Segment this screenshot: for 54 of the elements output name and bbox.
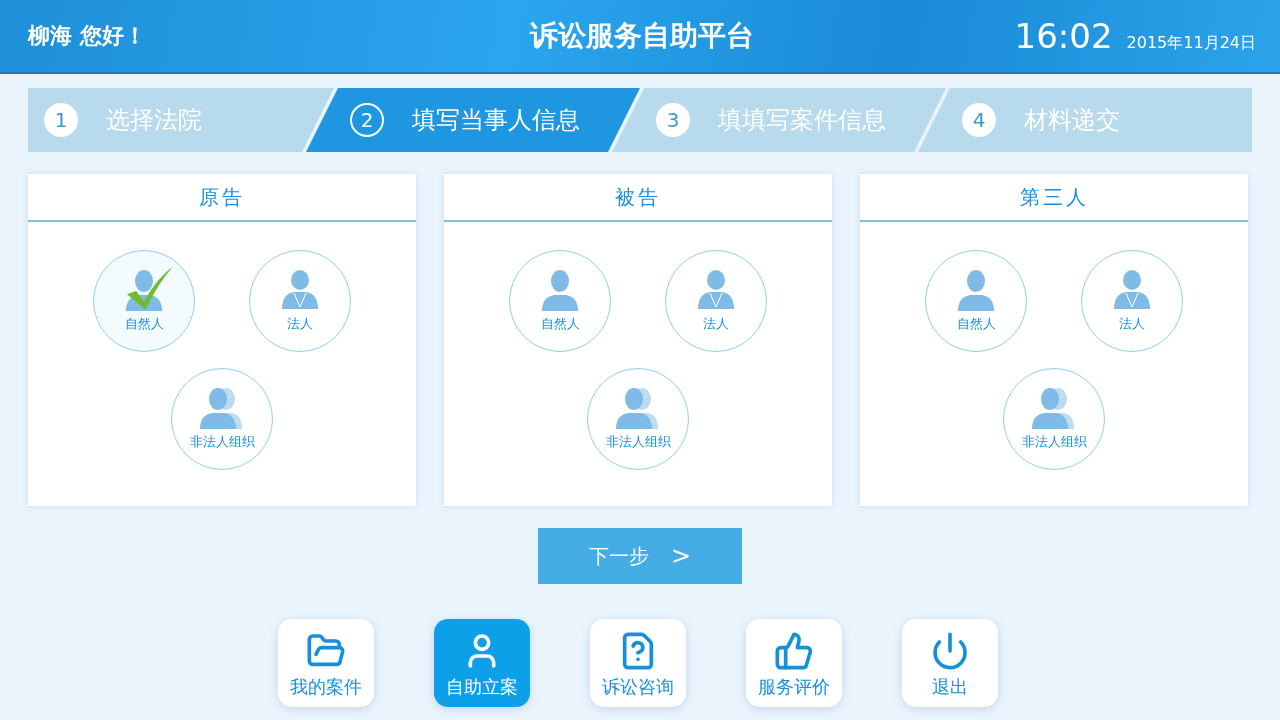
step-label: 填填写案件信息 bbox=[718, 105, 886, 136]
thumbs-up-icon bbox=[774, 631, 814, 671]
nav-button[interactable]: 服务评价 bbox=[746, 619, 842, 707]
option-label: 非法人组织 bbox=[189, 433, 255, 451]
arrow-icon: > bbox=[670, 542, 692, 570]
nav-button[interactable]: 诉讼咨询 bbox=[590, 619, 686, 707]
option-label: 法人 bbox=[703, 315, 729, 333]
party-type-option[interactable]: 自然人 bbox=[925, 250, 1027, 352]
greeting: 柳海 您好！ bbox=[28, 22, 147, 50]
step-tab[interactable]: 2 填写当事人信息 bbox=[306, 88, 640, 152]
nav-button[interactable]: 我的案件 bbox=[278, 619, 374, 707]
suited-person-icon bbox=[1112, 269, 1152, 311]
page-title: 诉讼服务自助平台 bbox=[528, 18, 755, 54]
step-number: 3 bbox=[656, 103, 690, 137]
person-icon bbox=[540, 269, 580, 311]
party-type-option[interactable]: 法人 bbox=[249, 250, 351, 352]
step-label: 选择法院 bbox=[106, 105, 202, 136]
party-type-option[interactable]: 自然人 bbox=[509, 250, 611, 352]
step-tab[interactable]: 4 材料递交 bbox=[918, 88, 1252, 152]
suited-person-icon bbox=[280, 269, 320, 311]
option-label: 法人 bbox=[1119, 315, 1145, 333]
card-title: 被告 bbox=[444, 174, 832, 222]
step-number: 1 bbox=[44, 103, 78, 137]
step-label: 材料递交 bbox=[1024, 105, 1120, 136]
party-type-option[interactable]: 非法人组织 bbox=[587, 368, 689, 470]
card-title: 第三人 bbox=[860, 174, 1248, 222]
card-title: 原告 bbox=[28, 174, 416, 222]
clock-time: 16:02 bbox=[1014, 16, 1113, 56]
suited-person-icon bbox=[696, 269, 736, 311]
party-type-option[interactable]: 法人 bbox=[665, 250, 767, 352]
option-label: 自然人 bbox=[124, 315, 164, 333]
group-icon bbox=[200, 387, 244, 429]
person-icon bbox=[956, 269, 996, 311]
step-label: 填写当事人信息 bbox=[412, 105, 580, 136]
nav-button[interactable]: 自助立案 bbox=[434, 619, 530, 707]
party-type-option[interactable]: 法人 bbox=[1081, 250, 1183, 352]
option-label: 法人 bbox=[287, 315, 313, 333]
step-tab[interactable]: 1 选择法院 bbox=[28, 88, 334, 152]
option-label: 非法人组织 bbox=[1021, 433, 1087, 451]
option-label: 非法人组织 bbox=[605, 433, 671, 451]
next-step-button[interactable]: 下一步 > bbox=[538, 528, 742, 584]
power-icon bbox=[930, 631, 970, 671]
party-type-option[interactable]: 非法人组织 bbox=[171, 368, 273, 470]
date: 2015年11月24日 bbox=[1126, 33, 1256, 54]
group-icon bbox=[1032, 387, 1076, 429]
group-icon bbox=[616, 387, 660, 429]
step-number: 2 bbox=[350, 103, 384, 137]
party-type-option[interactable]: 自然人 bbox=[93, 250, 195, 352]
option-label: 自然人 bbox=[540, 315, 580, 333]
nav-button[interactable]: 退出 bbox=[902, 619, 998, 707]
party-type-option[interactable]: 非法人组织 bbox=[1003, 368, 1105, 470]
step-tab[interactable]: 3 填填写案件信息 bbox=[612, 88, 946, 152]
step-number: 4 bbox=[962, 103, 996, 137]
option-label: 自然人 bbox=[956, 315, 996, 333]
